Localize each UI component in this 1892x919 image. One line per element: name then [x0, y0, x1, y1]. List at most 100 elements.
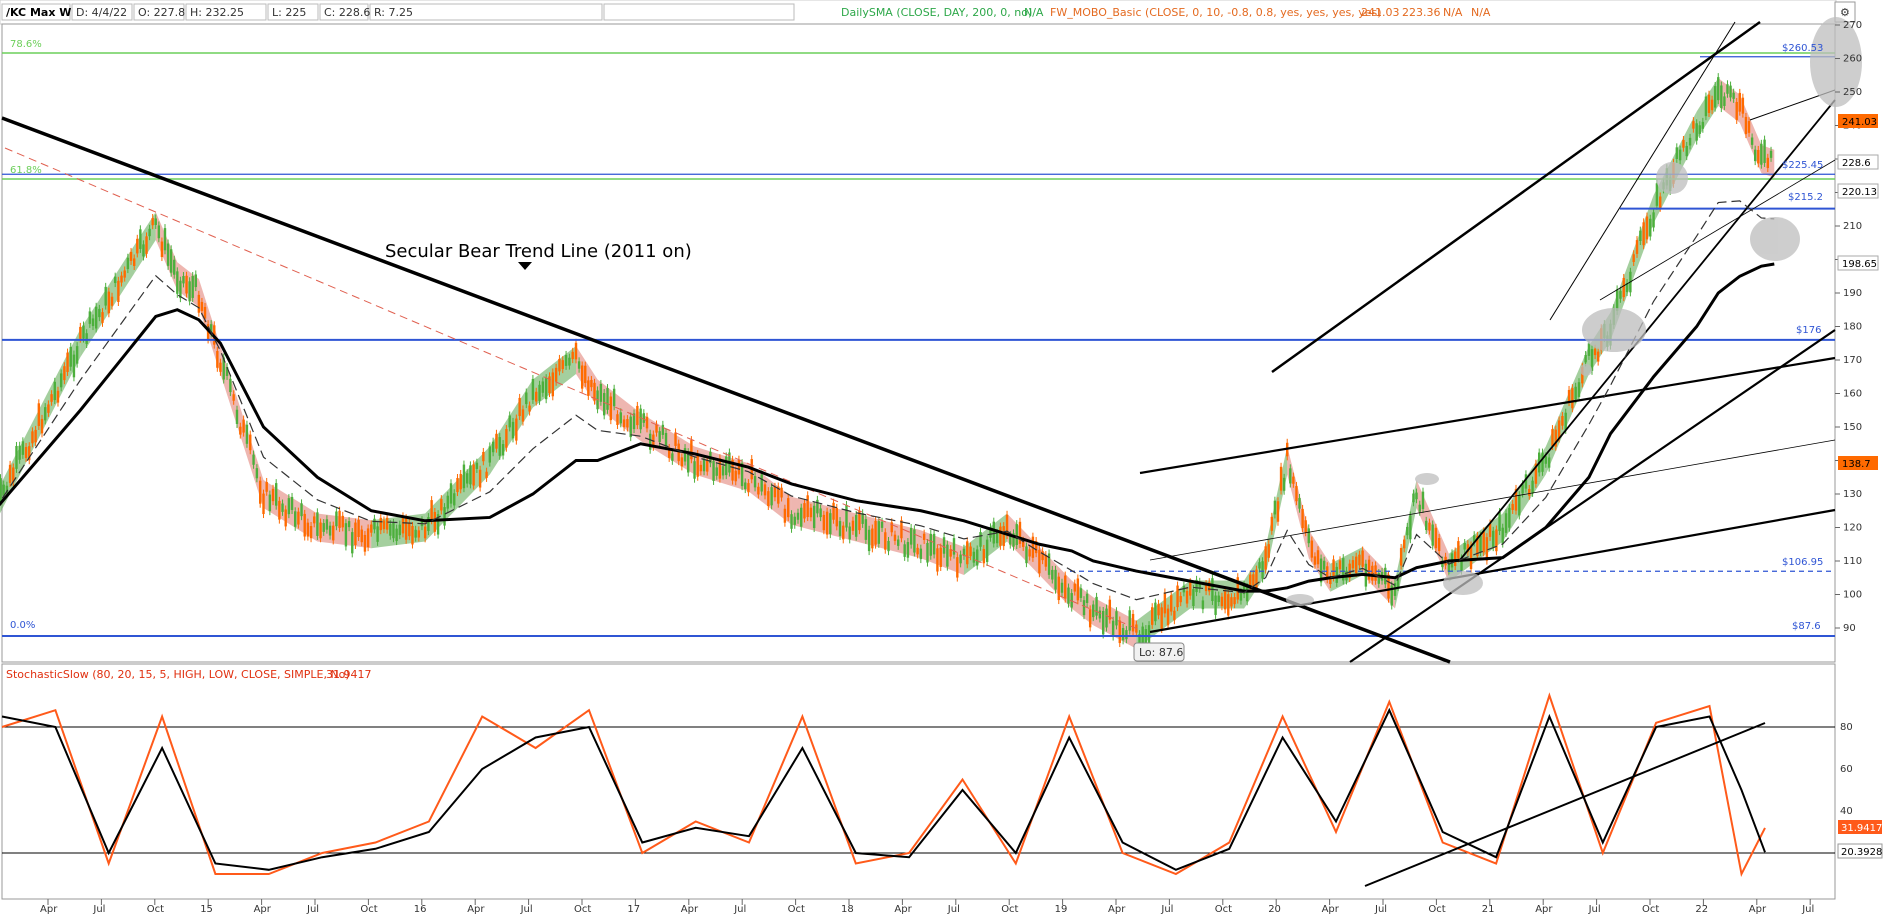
candle-body: [1261, 561, 1264, 579]
candle-body: [893, 534, 897, 541]
candle-body: [1457, 541, 1460, 559]
level-215-label: $215.2: [1788, 192, 1823, 203]
candle-body: [1632, 254, 1635, 262]
candle-body: [913, 529, 916, 553]
x-tick-label: 15: [200, 904, 213, 915]
candle-body: [69, 346, 72, 367]
candle-body: [203, 306, 207, 319]
y-tick-label: 260: [1843, 54, 1862, 65]
candle-body: [1173, 610, 1176, 621]
candle-body: [926, 542, 929, 563]
candle-body: [538, 384, 541, 401]
candle-body: [160, 241, 164, 258]
candle-body: [864, 519, 868, 540]
candle-body: [182, 276, 185, 284]
candle-body: [1547, 457, 1551, 468]
candle-body: [417, 530, 421, 538]
candle-body: [255, 468, 259, 479]
candle-body: [82, 325, 85, 339]
x-tick-label: Oct: [1215, 904, 1232, 915]
candle-body: [541, 381, 545, 393]
candle-body: [521, 409, 525, 422]
stoch-y-axis[interactable]: 80 60 40 31.9417 20.3928: [1837, 722, 1883, 859]
candle-body: [1015, 524, 1018, 546]
candle-body: [1064, 575, 1067, 599]
candle-body: [699, 464, 703, 472]
candle-body: [1593, 348, 1597, 356]
candle-body: [56, 390, 60, 403]
price-y-axis[interactable]: 9010011012013014015016017018019020021022…: [1835, 20, 1862, 634]
stoch-title[interactable]: StochasticSlow (80, 20, 15, 5, HIGH, LOW…: [6, 668, 350, 681]
candle-body: [1571, 388, 1574, 409]
candle-body: [1596, 351, 1600, 362]
candle-body: [37, 403, 41, 426]
stoch-value: 31.9417: [326, 668, 372, 681]
candle-body: [979, 532, 982, 547]
candle-body: [1227, 594, 1230, 616]
candle-body: [525, 392, 528, 405]
candle-body: [197, 294, 201, 313]
candle-body: [163, 228, 167, 251]
candle-body: [584, 365, 587, 384]
candle-body: [1735, 101, 1738, 120]
candle-body: [332, 525, 335, 541]
candle-body: [1085, 593, 1089, 603]
price-panel: Secular Bear Trend Line (2011 on) Lo: 87…: [0, 17, 1862, 664]
x-tick-label: 19: [1055, 904, 1068, 915]
candle-body: [903, 544, 906, 557]
stoch-badge-d: 20.3928: [1841, 847, 1882, 858]
candle-body: [1192, 589, 1195, 607]
candle-body: [1744, 116, 1748, 135]
candle-body: [508, 415, 511, 428]
badge-220: 220.13: [1842, 187, 1877, 198]
candle-body: [1425, 520, 1428, 531]
candle-body: [1635, 240, 1639, 254]
candle-body: [485, 471, 488, 478]
candle-body: [104, 286, 107, 306]
annotation-text: Secular Bear Trend Line (2011 on): [385, 241, 692, 262]
candle-body: [188, 281, 191, 302]
candle-body: [1163, 592, 1167, 614]
candle-body: [40, 418, 44, 434]
time-x-axis[interactable]: Apr Jul Oct 15 Apr Jul Oct 16 Apr Jul Oct 17 Apr Jul O…: [40, 899, 1814, 915]
candle-body: [1179, 596, 1182, 603]
candle-body: [753, 476, 757, 488]
y-tick-label: 190: [1843, 288, 1862, 299]
candle-body: [612, 388, 616, 407]
candle-body: [909, 527, 913, 545]
sma-study-label[interactable]: DailySMA (CLOSE, DAY, 200, 0, no): [841, 6, 1032, 19]
candle-body: [281, 503, 284, 512]
candle-body: [629, 416, 632, 438]
range-label: R: 7.25: [374, 6, 413, 19]
candle-body: [262, 493, 265, 515]
candle-body: [1160, 607, 1163, 630]
candle-body: [599, 383, 603, 402]
candle-body: [1713, 86, 1717, 108]
candle-body: [148, 228, 151, 237]
candle-body: [1076, 578, 1080, 601]
candle-body: [1655, 183, 1659, 206]
candle-body: [580, 365, 584, 389]
high-label: H: 232.25: [190, 6, 244, 19]
symbol-label[interactable]: /KC Max W: [6, 6, 71, 19]
candle-body: [1720, 85, 1723, 109]
x-tick-label: Apr: [254, 904, 272, 915]
candle-body: [1245, 587, 1249, 602]
candle-body: [809, 507, 813, 518]
mobo-study-label[interactable]: FW_MOBO_Basic (CLOSE, 0, 10, -0.8, 0.8, …: [1050, 6, 1382, 19]
candle-body: [392, 522, 395, 539]
x-tick-label: 17: [627, 904, 640, 915]
candle-body: [59, 373, 63, 388]
candle-body: [491, 441, 495, 453]
candle-body: [554, 367, 558, 382]
candle-body: [319, 522, 322, 539]
candle-body: [191, 276, 194, 298]
candle-body: [47, 404, 50, 413]
candle-body: [626, 419, 629, 428]
candle-body: [1128, 610, 1131, 631]
settings-icon[interactable]: ⚙: [1840, 6, 1850, 19]
candle-body: [1766, 157, 1770, 169]
candle-body: [1584, 355, 1587, 363]
candle-body: [1421, 491, 1425, 510]
candle-body: [1615, 289, 1619, 312]
